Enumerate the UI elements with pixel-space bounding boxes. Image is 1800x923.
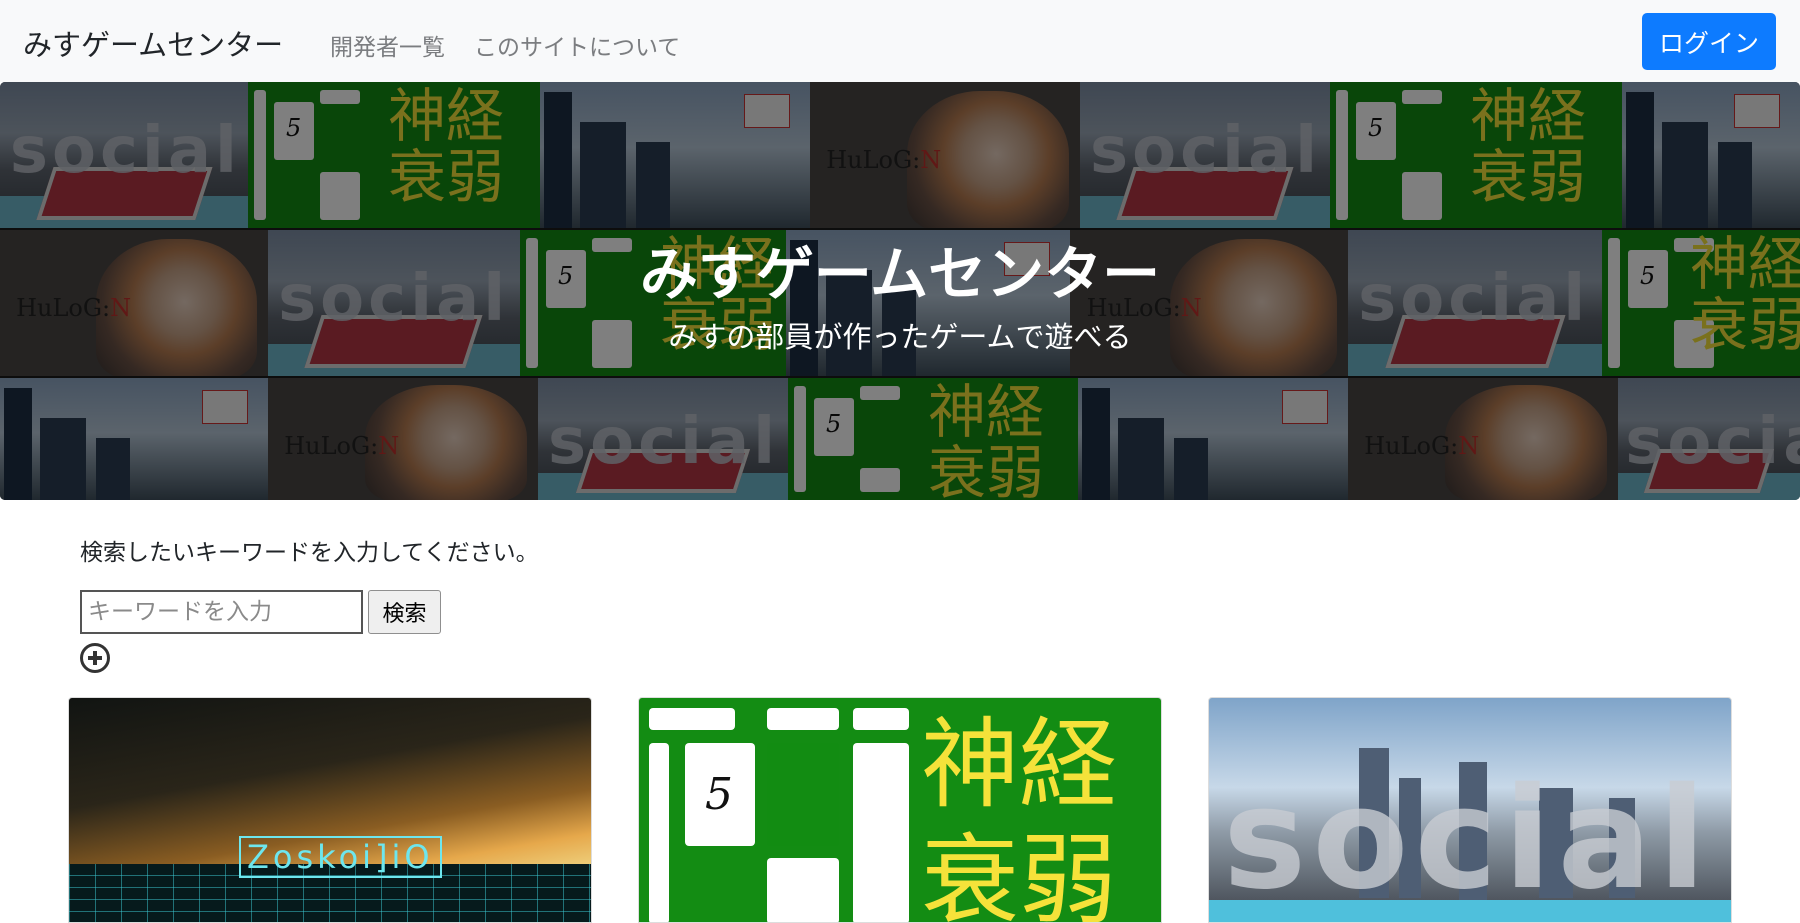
water	[1209, 900, 1731, 922]
game-card-1[interactable]: Zoskoi]iO	[68, 697, 592, 923]
title-line-2: 衰弱	[921, 823, 1118, 923]
search-input[interactable]	[80, 590, 363, 634]
game-title-shinkei: 神経 衰弱	[921, 708, 1118, 923]
card-gap	[767, 743, 839, 846]
card-shape	[853, 708, 909, 730]
hero-banner: social5神経衰弱HuLoG:Nsocial5神経衰弱HuLoG:Nsoci…	[0, 82, 1800, 500]
site-brand[interactable]: みすゲームセンター	[23, 22, 283, 64]
add-circle-icon[interactable]	[80, 643, 110, 673]
title-line-1: 神経	[921, 708, 1118, 822]
search-button[interactable]: 検索	[368, 590, 441, 634]
hero-title: みすゲームセンター	[639, 240, 1161, 308]
card-shape	[767, 858, 839, 922]
search-label: 検索したいキーワードを入力してください。	[80, 540, 539, 566]
card-shape	[649, 743, 669, 922]
game-logo: social	[1223, 758, 1712, 921]
card-shape	[853, 743, 909, 922]
nav-developers[interactable]: 開発者一覧	[330, 28, 445, 62]
game-card-2[interactable]: 5 神経 衰弱	[638, 697, 1162, 923]
game-logo: Zoskoi]iO	[239, 836, 442, 878]
card-shape	[767, 708, 839, 730]
login-button[interactable]: ログイン	[1642, 13, 1776, 70]
game-card-3[interactable]: social	[1208, 697, 1732, 923]
nav-about[interactable]: このサイトについて	[474, 28, 680, 62]
card-number: 5	[705, 769, 733, 820]
card-five: 5	[685, 743, 755, 846]
card-shape	[649, 708, 735, 730]
hero-subtitle: みすの部員が作ったゲームで遊べる	[668, 320, 1132, 354]
navbar: みすゲームセンター 開発者一覧 このサイトについて ログイン	[0, 0, 1800, 82]
